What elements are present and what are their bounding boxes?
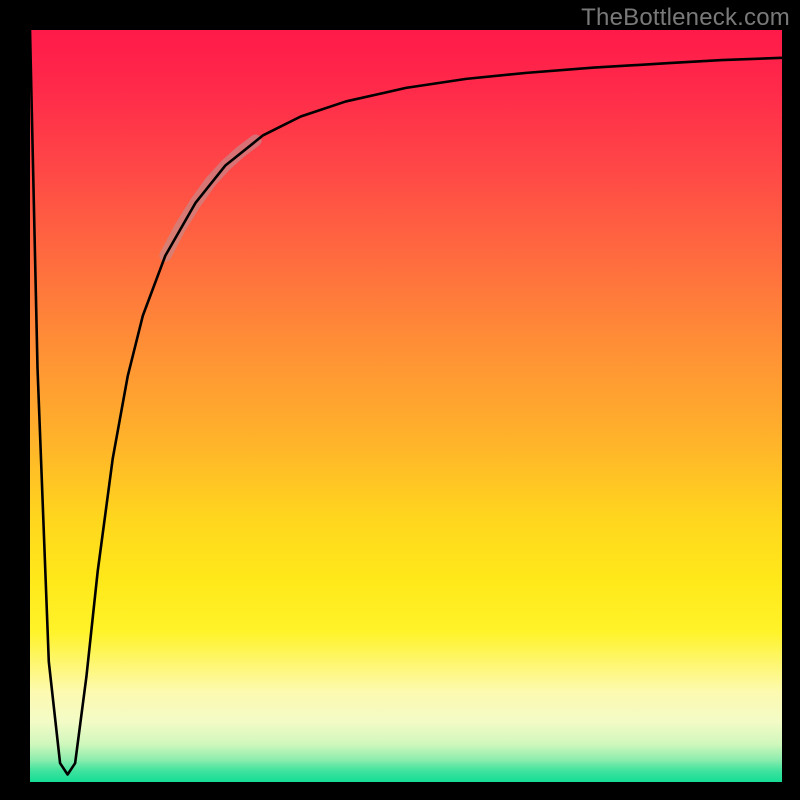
watermark-text: TheBottleneck.com [581, 4, 790, 32]
chart-frame: TheBottleneck.com [0, 0, 800, 800]
curve-layer [30, 30, 782, 782]
bottleneck-curve [30, 30, 782, 774]
plot-area [30, 30, 782, 782]
highlight-segment [165, 141, 255, 256]
